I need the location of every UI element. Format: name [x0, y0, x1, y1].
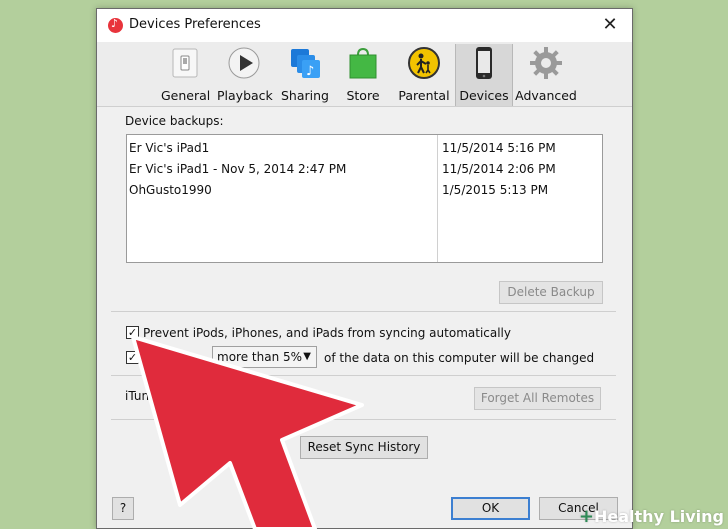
delete-backup-button[interactable]: Delete Backup [499, 281, 603, 304]
play-icon [227, 46, 261, 80]
prevent-sync-checkbox[interactable]: ✓ [126, 326, 139, 339]
prevent-sync-label: Prevent iPods, iPhones, and iPads from s… [143, 326, 511, 340]
tab-label: Advanced [515, 88, 577, 103]
backup-row[interactable]: Er Vic's iPad1 11/5/2014 5:16 PM [127, 137, 602, 158]
reset-sync-history-button[interactable]: Reset Sync History [300, 436, 428, 459]
tab-parental[interactable]: Parental [397, 44, 451, 106]
tab-store[interactable]: Store [339, 44, 387, 106]
device-backups-label: Device backups: [125, 114, 224, 128]
divider [111, 375, 616, 376]
close-button[interactable]: ✕ [598, 13, 622, 37]
preferences-toolbar: General Playback ♪ Sharing Store Parenta… [97, 42, 632, 107]
tab-label: Playback [217, 88, 273, 103]
chevron-down-icon: ▼ [303, 351, 311, 362]
svg-text:♪: ♪ [306, 64, 314, 79]
gear-icon [529, 46, 563, 80]
backup-name: Er Vic's iPad1 [129, 141, 210, 155]
remotes-label-tail: tes [303, 389, 322, 403]
help-button[interactable]: ? [112, 497, 134, 520]
parental-icon [407, 46, 441, 80]
backup-date: 11/5/2014 2:06 PM [442, 162, 556, 176]
tab-label: Store [346, 88, 380, 103]
forget-all-remotes-button[interactable]: Forget All Remotes [474, 387, 601, 410]
tab-devices[interactable]: Devices [455, 44, 513, 106]
backup-name: Er Vic's iPad1 - Nov 5, 2014 2:47 PM [129, 162, 347, 176]
tab-general[interactable]: General [161, 44, 211, 106]
divider [111, 311, 616, 312]
title-bar: Devices Preferences ✕ [97, 9, 632, 42]
tab-sharing[interactable]: ♪ Sharing [279, 44, 331, 106]
tab-label: Devices [459, 88, 509, 103]
tab-playback[interactable]: Playback [217, 44, 273, 106]
watermark: +Healthy Living [579, 506, 724, 527]
backup-date: 1/5/2015 5:13 PM [442, 183, 549, 197]
tab-advanced[interactable]: Advanced [515, 44, 577, 106]
itunes-app-icon [108, 17, 123, 33]
divider [111, 419, 616, 420]
watermark-text: Healthy Living [594, 507, 724, 526]
plus-icon: + [578, 506, 594, 527]
tab-label: General [161, 88, 211, 103]
backup-row[interactable]: OhGusto1990 1/5/2015 5:13 PM [127, 179, 602, 200]
warn-data-change-checkbox[interactable]: ✓ [126, 351, 139, 364]
tab-label: Parental [398, 88, 450, 103]
select-value: more than 5% [217, 350, 303, 364]
warn-data-change-suffix: of the data on this computer will be cha… [324, 351, 595, 365]
remotes-label: iTunes [125, 389, 163, 403]
data-change-threshold-select[interactable]: more than 5% ▼ [212, 346, 317, 368]
window-title: Devices Preferences [129, 17, 261, 32]
phone-icon [467, 46, 501, 80]
device-backups-list[interactable]: Er Vic's iPad1 11/5/2014 5:16 PM Er Vic'… [126, 134, 603, 263]
backup-row[interactable]: Er Vic's iPad1 - Nov 5, 2014 2:47 PM 11/… [127, 158, 602, 179]
preferences-content: Device backups: Er Vic's iPad1 11/5/2014… [97, 108, 632, 529]
store-bag-icon [346, 46, 380, 80]
general-switch-icon [168, 46, 202, 80]
preferences-window: Devices Preferences ✕ General Playback [96, 8, 633, 529]
ok-button[interactable]: OK [451, 497, 530, 520]
tab-label: Sharing [281, 88, 329, 103]
backup-date: 11/5/2014 5:16 PM [442, 141, 556, 155]
backup-name: OhGusto1990 [129, 183, 212, 197]
sharing-music-icon: ♪ [288, 46, 322, 80]
warn-data-change-label: W [143, 351, 155, 365]
